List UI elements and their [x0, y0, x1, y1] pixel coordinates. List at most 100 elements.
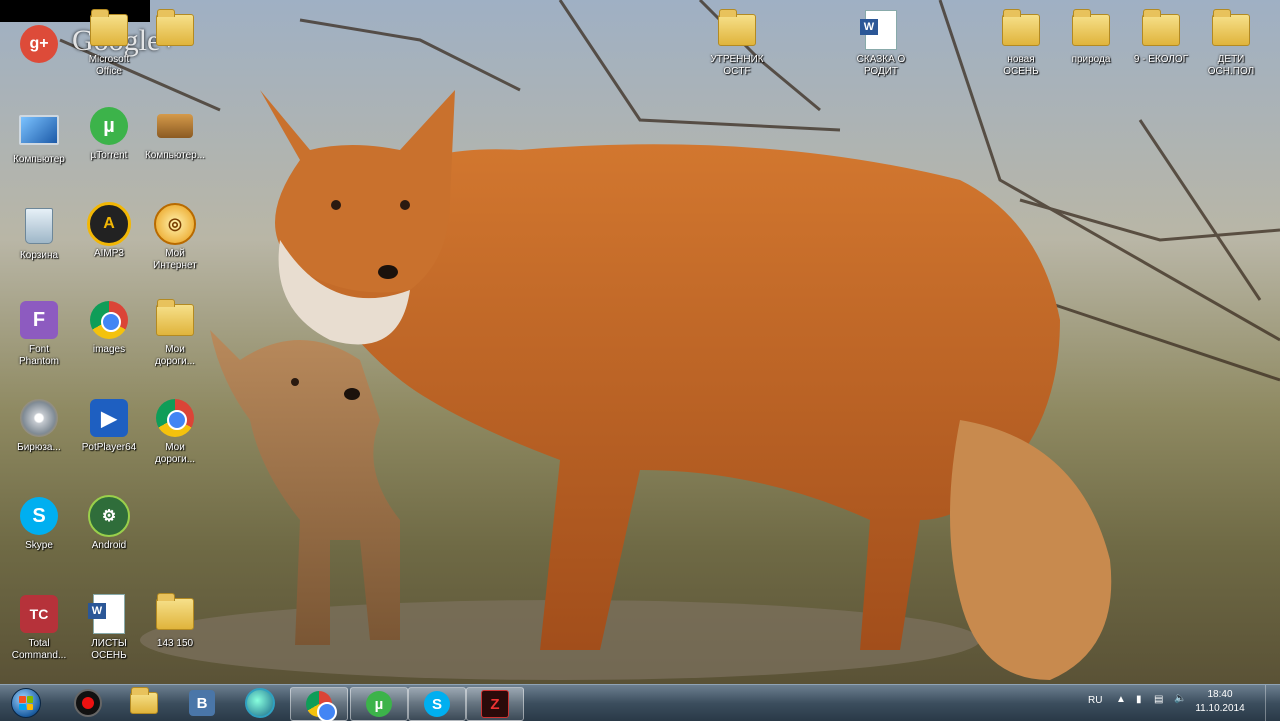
system-tray: RU ▲ ▮ ▤ 🔈 18:40 11.10.2014 [1080, 685, 1280, 721]
desktop-icon-listy-osen[interactable]: ЛИСТЫ ОСЕНЬ [72, 592, 146, 662]
network-icon [157, 114, 193, 138]
desktop-icon-label: ДЕТИ ОСН.ПОЛ [1207, 54, 1255, 77]
clock-time: 18:40 [1207, 689, 1233, 700]
network-tray-icon[interactable]: ▤ [1154, 694, 1163, 705]
folder-icon [1212, 9, 1250, 46]
desktop-icon-doc-skazka[interactable]: СКАЗКА О РОДИТ [844, 8, 918, 78]
desktop-icon-label: Мои дороги... [154, 344, 196, 367]
chrome-icon [306, 691, 337, 722]
volume-icon[interactable]: 🔈 [1174, 693, 1186, 704]
desktop-icon-google-plus[interactable]: g+ [2, 22, 76, 66]
skype-icon: S [20, 497, 58, 535]
windows-logo-icon [11, 688, 41, 718]
chrome-icon [90, 301, 128, 339]
clock[interactable]: 18:40 11.10.2014 [1190, 688, 1250, 716]
desktop-icon-internet[interactable]: ◎ Мой Интернет [138, 202, 212, 272]
desktop-icon-burnaware[interactable]: Бирюза... [2, 396, 76, 454]
desktop-icon-folder-ecology[interactable]: 9 - ЕКОЛОГ [1124, 8, 1198, 66]
taskbar-game-button[interactable]: Z [466, 687, 524, 721]
desktop-icon-label: Компьютер... [144, 150, 206, 161]
folder-icon [156, 299, 194, 336]
globe-icon [245, 688, 275, 718]
computer-icon [19, 115, 59, 145]
taskbar-chrome-button[interactable] [290, 687, 348, 722]
desktop-icon-label: природа [1071, 54, 1111, 65]
recycle-bin-icon [25, 208, 53, 244]
desktop-icon-label: µTorrent [90, 150, 128, 161]
desktop-icon-aimp[interactable]: A AIMP3 [72, 202, 146, 260]
word-doc-icon [860, 10, 897, 50]
clock-date: 11.10.2014 [1195, 703, 1245, 714]
desktop-icon-utorrent[interactable]: µ µTorrent [72, 104, 146, 162]
folder-icon [156, 593, 194, 630]
desktop-icon-label: новая ОСЕНЬ [1003, 54, 1039, 77]
taskbar-explorer-button[interactable] [116, 687, 172, 719]
desktop-icon-total-commander[interactable]: TC Total Command... [2, 592, 76, 662]
record-icon [74, 689, 102, 717]
desktop-icon-android[interactable]: ⚙ Android [72, 494, 146, 552]
folder-icon [1002, 9, 1040, 46]
folder-icon [718, 9, 756, 46]
desktop: Google+ g+ Компьютер Корзина F Font Phan… [0, 0, 1280, 684]
utorrent-icon: µ [366, 691, 392, 717]
desktop-icon-folder-nature[interactable]: природа [1054, 8, 1128, 66]
folder-icon [90, 9, 128, 46]
desktop-icon-label: СКАЗКА О РОДИТ [856, 54, 906, 77]
total-commander-icon: TC [20, 595, 58, 633]
folder-icon [156, 9, 194, 46]
folder-icon [1142, 9, 1180, 46]
word-doc-icon [88, 594, 125, 634]
aimp-icon: A [87, 202, 131, 246]
desktop-icon-folder-roads[interactable]: Мои дороги... [138, 298, 212, 368]
desktop-icon-label: Мой Интернет [153, 248, 197, 271]
desktop-icon-folder-autumn[interactable]: новая ОСЕНЬ [984, 8, 1058, 78]
desktop-icon-label: Бирюза... [17, 442, 61, 453]
taskbar-vk-button[interactable]: B [174, 687, 230, 719]
start-button[interactable] [4, 686, 48, 720]
desktop-icon-font-phantom[interactable]: F Font Phantom [2, 298, 76, 368]
taskbar-skype-button[interactable]: S [408, 687, 466, 721]
taskbar-utorrent-button[interactable]: µ [350, 687, 408, 721]
desktop-icon-chrome-images[interactable]: images [72, 298, 146, 356]
language-indicator[interactable]: RU [1088, 695, 1102, 706]
skype-icon: S [424, 691, 450, 717]
desktop-icon-label: Skype [25, 540, 53, 551]
taskbar: B µ S Z RU ▲ ▮ ▤ 🔈 18:40 11.10.2014 [0, 684, 1280, 722]
desktop-icon-network[interactable]: Компьютер... [138, 104, 212, 162]
desktop-icon-folder-kids[interactable]: ДЕТИ ОСН.ПОЛ [1194, 8, 1268, 78]
desktop-icon-label: Font Phantom [18, 344, 60, 367]
desktop-icon-label: Total Command... [11, 638, 67, 661]
taskbar-globe-button[interactable] [232, 687, 288, 719]
desktop-icon-label: ЛИСТЫ ОСЕНЬ [91, 638, 127, 661]
desktop-icon-label: 143 150 [156, 638, 194, 649]
show-desktop-button[interactable] [1265, 685, 1280, 721]
potplayer-icon: ▶ [90, 399, 128, 437]
desktop-icon-label: УТРЕННИК OCTF [710, 54, 764, 77]
desktop-icon-recycle-bin[interactable]: Корзина [2, 204, 76, 262]
desktop-icon-office[interactable]: Microsoft Office [72, 8, 146, 78]
utorrent-icon: µ [90, 107, 128, 145]
desktop-icon-potplayer[interactable]: ▶ PotPlayer64 [72, 396, 146, 454]
desktop-icon-folder-morning[interactable]: УТРЕННИК OCTF [700, 8, 774, 78]
folder-icon [1072, 9, 1110, 46]
android-icon: ⚙ [88, 495, 130, 537]
desktop-icon-skype[interactable]: S Skype [2, 494, 76, 552]
desktop-icon-label: Корзина [19, 250, 59, 261]
desktop-icon-label: Android [91, 540, 127, 551]
folder-icon [130, 687, 158, 714]
desktop-icon-computer[interactable]: Компьютер [2, 108, 76, 166]
desktop-icon-label: PotPlayer64 [81, 442, 137, 453]
desktop-icon-chrome-roads[interactable]: Мои дороги... [138, 396, 212, 466]
desktop-icon-folder-143[interactable]: 143 150 [138, 592, 212, 650]
vk-icon: B [189, 690, 215, 716]
signal-icon[interactable]: ▮ [1136, 694, 1142, 705]
desktop-icon-folder[interactable] [138, 8, 212, 52]
disc-icon [20, 399, 58, 437]
taskbar-record-button[interactable] [60, 687, 116, 719]
show-hidden-icons-chevron-icon[interactable]: ▲ [1116, 694, 1126, 705]
chrome-icon [156, 399, 194, 437]
desktop-icon-label: AIMP3 [93, 248, 124, 259]
desktop-icon-label: 9 - ЕКОЛОГ [1133, 54, 1189, 65]
desktop-icon-label: Компьютер [13, 154, 65, 165]
google-plus-icon: g+ [20, 25, 58, 63]
